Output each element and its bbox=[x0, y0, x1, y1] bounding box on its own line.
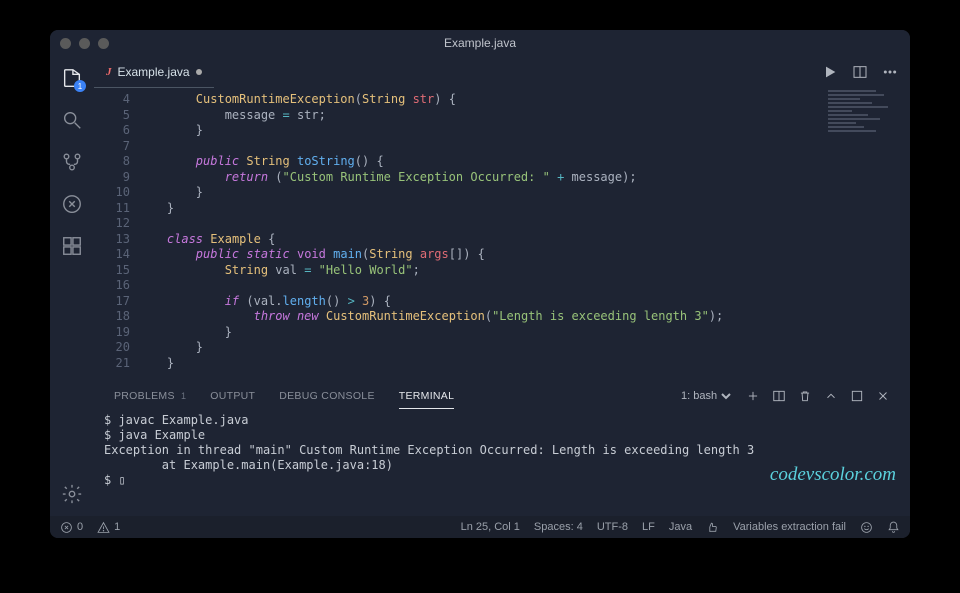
traffic-lights bbox=[60, 38, 109, 49]
status-spaces[interactable]: Spaces: 4 bbox=[534, 521, 583, 533]
main-column: J Example.java 4567891011121314151617181… bbox=[94, 56, 910, 516]
panel-close-icon[interactable] bbox=[876, 389, 890, 403]
panel-maximize-icon[interactable] bbox=[850, 389, 864, 403]
split-terminal-icon[interactable] bbox=[772, 389, 786, 403]
source-control-icon[interactable] bbox=[60, 150, 84, 174]
problems-tab-label: PROBLEMS bbox=[114, 390, 175, 402]
terminal-selector[interactable]: 1: bash bbox=[677, 389, 734, 403]
bottom-panel: PROBLEMS 1 OUTPUT DEBUG CONSOLE TERMINAL… bbox=[94, 381, 910, 516]
status-feedback-icon[interactable] bbox=[860, 521, 873, 534]
status-bar: 0 1 Ln 25, Col 1 Spaces: 4 UTF-8 LF Java… bbox=[50, 516, 910, 538]
title-bar: Example.java bbox=[50, 30, 910, 56]
status-extra[interactable]: Variables extraction fail bbox=[733, 521, 846, 533]
status-bell-icon[interactable] bbox=[887, 521, 900, 534]
window-title: Example.java bbox=[444, 36, 516, 50]
status-eol[interactable]: LF bbox=[642, 521, 655, 533]
explorer-badge: 1 bbox=[74, 80, 86, 92]
status-thumbs-icon[interactable] bbox=[706, 521, 719, 534]
body-area: 1 J Example.java bbox=[50, 56, 910, 516]
debug-console-tab[interactable]: DEBUG CONSOLE bbox=[279, 384, 375, 408]
watermark-text: codevscolor.com bbox=[770, 464, 896, 486]
terminal-tab[interactable]: TERMINAL bbox=[399, 384, 455, 409]
close-window-button[interactable] bbox=[60, 38, 71, 49]
new-terminal-icon[interactable] bbox=[746, 389, 760, 403]
minimize-window-button[interactable] bbox=[79, 38, 90, 49]
panel-actions: 1: bash bbox=[677, 389, 890, 403]
more-actions-icon[interactable] bbox=[882, 64, 898, 80]
code-editor[interactable]: 456789101112131415161718192021 CustomRun… bbox=[94, 88, 910, 381]
problems-tab[interactable]: PROBLEMS 1 bbox=[114, 384, 186, 408]
status-encoding[interactable]: UTF-8 bbox=[597, 521, 628, 533]
status-lang[interactable]: Java bbox=[669, 521, 692, 533]
extensions-icon[interactable] bbox=[60, 234, 84, 258]
dirty-indicator-icon bbox=[196, 69, 202, 75]
kill-terminal-icon[interactable] bbox=[798, 389, 812, 403]
search-icon[interactable] bbox=[60, 108, 84, 132]
status-warnings[interactable]: 1 bbox=[97, 521, 120, 534]
debug-icon[interactable] bbox=[60, 192, 84, 216]
error-icon bbox=[60, 521, 73, 534]
tab-filename: Example.java bbox=[118, 65, 190, 79]
output-tab[interactable]: OUTPUT bbox=[210, 384, 255, 408]
editor-window: Example.java 1 bbox=[50, 30, 910, 538]
line-number-gutter: 456789101112131415161718192021 bbox=[94, 88, 138, 381]
java-file-icon: J bbox=[106, 66, 112, 78]
tab-bar: J Example.java bbox=[94, 56, 910, 88]
panel-tabs: PROBLEMS 1 OUTPUT DEBUG CONSOLE TERMINAL… bbox=[94, 381, 910, 411]
explorer-icon[interactable]: 1 bbox=[60, 66, 84, 90]
status-cursor[interactable]: Ln 25, Col 1 bbox=[461, 521, 520, 533]
run-icon[interactable] bbox=[822, 64, 838, 80]
code-content[interactable]: CustomRuntimeException(String str) { mes… bbox=[138, 88, 910, 381]
split-editor-icon[interactable] bbox=[852, 64, 868, 80]
warning-icon bbox=[97, 521, 110, 534]
problems-count: 1 bbox=[181, 391, 186, 401]
tab-actions bbox=[810, 56, 910, 88]
activity-bar: 1 bbox=[50, 56, 94, 516]
maximize-window-button[interactable] bbox=[98, 38, 109, 49]
file-tab[interactable]: J Example.java bbox=[94, 56, 214, 88]
panel-chevron-up-icon[interactable] bbox=[824, 389, 838, 403]
status-errors[interactable]: 0 bbox=[60, 521, 83, 534]
settings-gear-icon[interactable] bbox=[60, 482, 84, 506]
